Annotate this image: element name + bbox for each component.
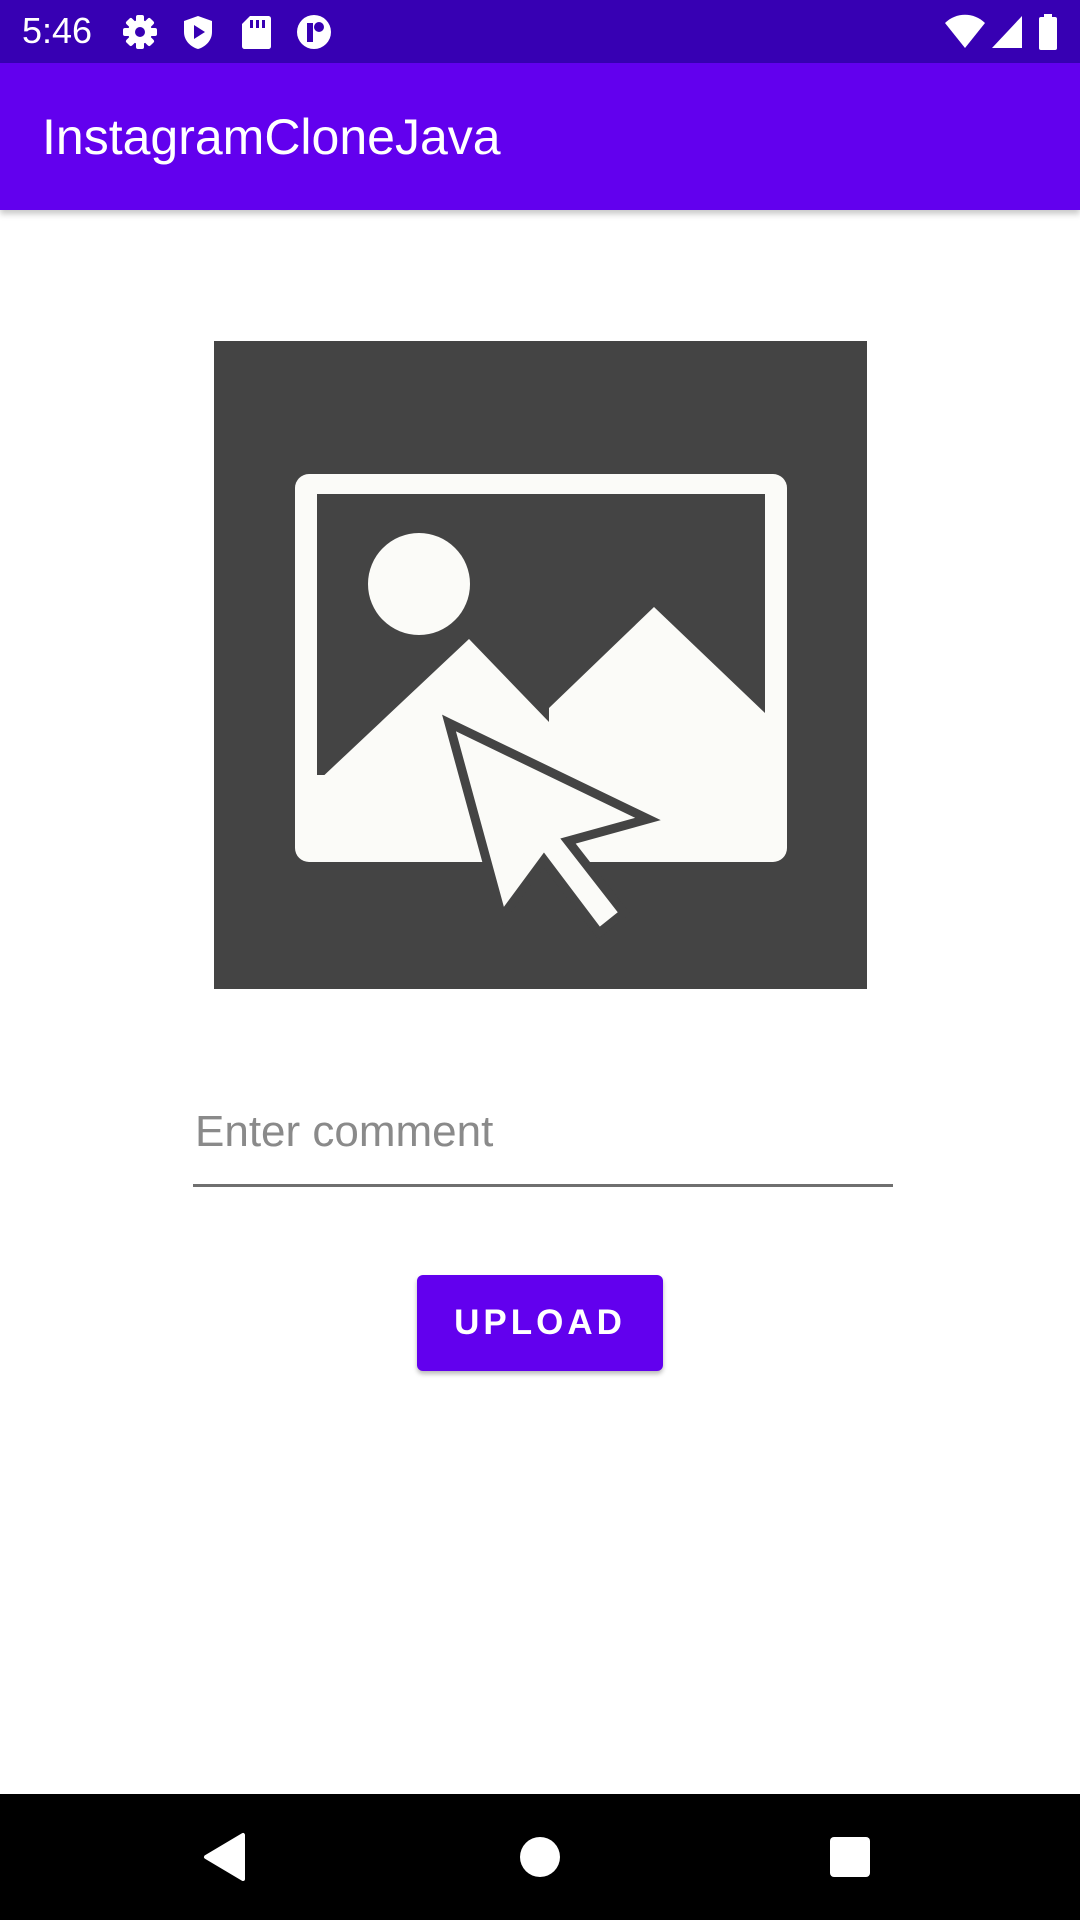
comment-underline: [193, 1184, 893, 1187]
settings-icon: [120, 12, 160, 52]
cell-signal-icon: [990, 12, 1024, 52]
status-bar: 5:46: [0, 0, 1080, 63]
notification-app-icon: [294, 12, 334, 52]
navigation-bar: [0, 1794, 1080, 1920]
sd-card-icon: [236, 12, 276, 52]
wifi-icon: [944, 12, 986, 52]
image-picker[interactable]: [214, 341, 867, 989]
upload-button[interactable]: UPLOAD: [417, 1275, 663, 1371]
comment-field: [193, 1082, 893, 1194]
comment-input[interactable]: [193, 1082, 893, 1182]
app-bar: InstagramCloneJava: [0, 63, 1080, 210]
select-image-icon: [295, 474, 787, 940]
main-content: UPLOAD: [0, 210, 1080, 1794]
battery-icon: [1036, 12, 1060, 52]
recents-icon[interactable]: [820, 1827, 880, 1887]
app-title: InstagramCloneJava: [42, 109, 501, 165]
back-icon[interactable]: [195, 1827, 255, 1887]
play-protect-icon: [178, 12, 218, 52]
home-icon[interactable]: [510, 1827, 570, 1887]
status-time: 5:46: [22, 10, 93, 51]
